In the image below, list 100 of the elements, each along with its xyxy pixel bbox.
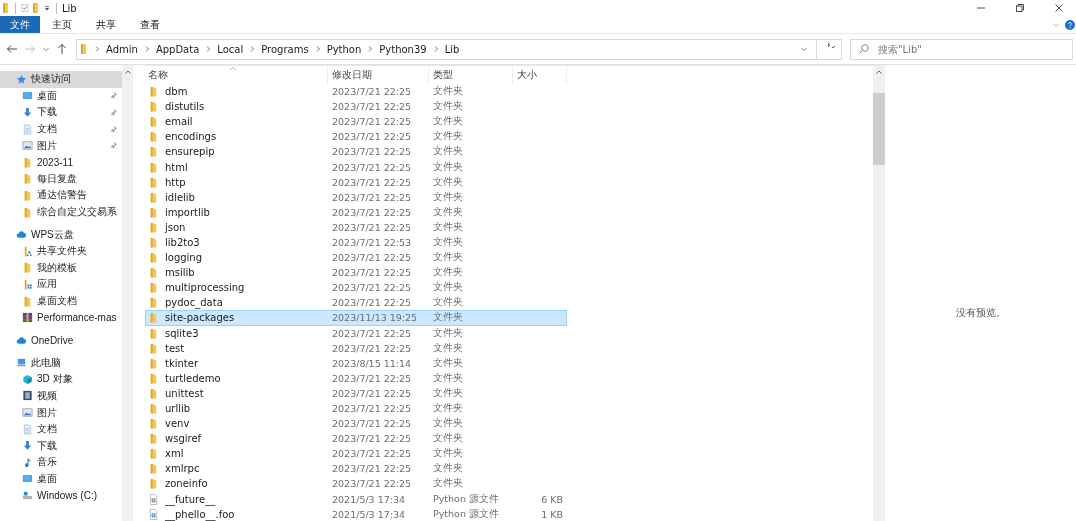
file-row[interactable]: idlelib 2023/7/21 22:25 文件夹 <box>145 189 567 205</box>
restore-icon[interactable] <box>1015 3 1025 13</box>
chevron-right-icon[interactable] <box>143 45 150 53</box>
file-row[interactable]: turtledemo 2023/7/21 22:25 文件夹 <box>145 370 567 386</box>
chevron-right-icon[interactable] <box>205 45 212 53</box>
file-row[interactable]: lib2to3 2023/7/21 22:53 文件夹 <box>145 234 567 251</box>
file-row[interactable]: dbm 2023/7/21 22:25 文件夹 <box>145 84 567 100</box>
sidebar-item[interactable]: Performance-mas <box>0 309 122 326</box>
file-row[interactable]: email 2023/7/21 22:25 文件夹 <box>145 114 567 130</box>
file-row[interactable]: __future__ 2021/5/3 17:34 Python 源文件 6 KB <box>145 491 567 507</box>
sidebar-item[interactable]: 我的模板 <box>0 259 122 277</box>
breadcrumb[interactable]: Python39 <box>379 43 427 55</box>
column-header[interactable]: 修改日期 <box>328 66 429 84</box>
sidebar-item[interactable]: 图片 <box>0 137 122 154</box>
scrollbar[interactable] <box>122 65 133 521</box>
sidebar-item[interactable]: 每日复盘 <box>0 170 122 188</box>
chevron-right-icon[interactable] <box>94 45 100 53</box>
sidebar-item[interactable]: 文档 <box>0 420 122 438</box>
file-row[interactable]: msilib 2023/7/21 22:25 文件夹 <box>145 265 567 281</box>
type-cell-text: 文件夹 <box>432 175 464 189</box>
ribbon-tab[interactable]: 共享 <box>84 16 128 33</box>
breadcrumb[interactable]: Admin <box>106 43 138 55</box>
file-row[interactable]: site-packages 2023/11/13 19:25 文件夹 <box>145 310 567 326</box>
chevron-down-icon[interactable] <box>800 45 808 53</box>
folder-icon[interactable] <box>2 2 10 14</box>
column-header[interactable]: 大小 <box>513 66 567 84</box>
sidebar-item[interactable]: Windows (C:) <box>0 487 122 504</box>
sidebar-item[interactable]: 下载 <box>0 437 122 455</box>
forward-arrow-icon[interactable] <box>24 43 36 55</box>
sidebar-item[interactable]: 共享文件夹 <box>0 242 122 260</box>
sidebar-item[interactable]: 桌面文档 <box>0 292 122 310</box>
folder-icon <box>148 418 159 430</box>
file-row[interactable]: xml 2023/7/21 22:25 文件夹 <box>145 446 567 462</box>
ribbon-tab[interactable]: 查看 <box>128 16 172 33</box>
sidebar-item[interactable]: 通达信警告 <box>0 187 122 204</box>
sidebar-group[interactable]: OneDrive <box>0 331 122 349</box>
address-bar[interactable]: Admin AppData Local Programs Python Python39 Lib <box>76 38 842 60</box>
sidebar-item[interactable]: 桌面 <box>0 470 122 488</box>
file-row[interactable]: importlib 2023/7/21 22:25 文件夹 <box>145 204 567 220</box>
sidebar-group[interactable]: 此电脑 <box>0 354 122 372</box>
chevron-right-icon[interactable] <box>249 45 256 53</box>
breadcrumb[interactable]: Programs <box>261 43 309 55</box>
up-arrow-icon[interactable] <box>56 43 68 55</box>
sidebar-item[interactable]: 桌面 <box>0 87 122 105</box>
file-row[interactable]: encodings 2023/7/21 22:25 文件夹 <box>145 129 567 145</box>
ribbon-tab[interactable]: 文件 <box>0 16 40 33</box>
breadcrumb[interactable]: Local <box>217 43 244 55</box>
folder-icon <box>148 282 159 294</box>
file-row[interactable]: urllib 2023/7/21 22:25 文件夹 <box>145 400 567 417</box>
file-row[interactable]: xmlrpc 2023/7/21 22:25 文件夹 <box>145 461 567 477</box>
sidebar-item[interactable]: 3D 对象 <box>0 371 122 388</box>
sidebar-label: Windows (C:) <box>37 490 97 502</box>
sidebar-item[interactable]: 综合自定义交易系 <box>0 203 122 221</box>
file-row[interactable]: json 2023/7/21 22:25 文件夹 <box>145 219 567 235</box>
file-row[interactable]: tkinter 2023/8/15 11:14 文件夹 <box>145 355 567 371</box>
file-row[interactable]: multiprocessing 2023/7/21 22:25 文件夹 <box>145 280 567 296</box>
file-row[interactable]: wsgiref 2023/7/21 22:25 文件夹 <box>145 431 567 447</box>
scroll-up-icon[interactable] <box>875 69 883 75</box>
file-row[interactable]: ensurepip 2023/7/21 22:25 文件夹 <box>145 144 567 160</box>
breadcrumb[interactable]: Lib <box>444 43 460 55</box>
file-row[interactable]: logging 2023/7/21 22:25 文件夹 <box>145 250 567 266</box>
file-row[interactable]: distutils 2023/7/21 22:25 文件夹 <box>145 99 567 115</box>
file-row[interactable]: venv 2023/7/21 22:25 文件夹 <box>145 416 567 432</box>
ribbon-tab[interactable]: 主页 <box>40 16 84 33</box>
sidebar-item[interactable]: 音乐 <box>0 454 122 471</box>
column-header[interactable]: 名称 <box>145 66 328 84</box>
sidebar-item[interactable]: 2023-11 <box>0 153 122 171</box>
column-header[interactable]: 类型 <box>429 66 513 84</box>
sidebar-item[interactable]: 文档 <box>0 120 122 138</box>
sidebar-item[interactable]: 下载 <box>0 104 122 121</box>
close-icon[interactable] <box>1054 3 1064 13</box>
scrollbar[interactable] <box>873 65 885 521</box>
chevron-right-icon[interactable] <box>367 45 374 53</box>
sidebar-item[interactable]: 视频 <box>0 387 122 405</box>
breadcrumb[interactable]: AppData <box>155 43 200 55</box>
date-cell-text: 2023/7/21 22:25 <box>331 131 413 143</box>
file-row[interactable]: http 2023/7/21 22:25 文件夹 <box>145 174 567 190</box>
scroll-thumb[interactable] <box>873 93 885 165</box>
scroll-up-icon[interactable] <box>123 69 132 75</box>
file-row[interactable]: html 2023/7/21 22:25 文件夹 <box>145 159 567 175</box>
back-arrow-icon[interactable] <box>6 43 18 55</box>
sidebar-group[interactable]: 快速访问 <box>0 71 122 88</box>
search-field[interactable]: 搜索"Lib" <box>850 38 1073 60</box>
chevron-right-icon[interactable] <box>432 45 439 53</box>
sidebar-item[interactable]: 应用 <box>0 276 122 293</box>
file-row[interactable]: test 2023/7/21 22:25 文件夹 <box>145 340 567 356</box>
file-row[interactable]: sqlite3 2023/7/21 22:25 文件夹 <box>145 325 567 341</box>
file-row[interactable]: zoneinfo 2023/7/21 22:25 文件夹 <box>145 476 567 492</box>
file-row[interactable]: pydoc_data 2023/7/21 22:25 文件夹 <box>145 295 567 311</box>
sidebar-group[interactable]: WPS云盘 <box>0 226 122 243</box>
folder-icon <box>148 161 159 173</box>
properties-icon[interactable] <box>21 2 29 14</box>
chevron-down-icon[interactable] <box>42 45 50 53</box>
breadcrumb[interactable]: Python <box>326 43 362 55</box>
sidebar-item[interactable]: 图片 <box>0 404 122 421</box>
file-row[interactable]: __phello__.foo 2021/5/3 17:34 Python 源文件 1 KB <box>145 506 567 521</box>
help-icon[interactable] <box>1065 19 1075 30</box>
file-row[interactable]: unittest 2023/7/21 22:25 文件夹 <box>145 385 567 401</box>
chevron-right-icon[interactable] <box>314 45 321 53</box>
date-cell-text: 2023/7/21 22:25 <box>331 146 413 158</box>
